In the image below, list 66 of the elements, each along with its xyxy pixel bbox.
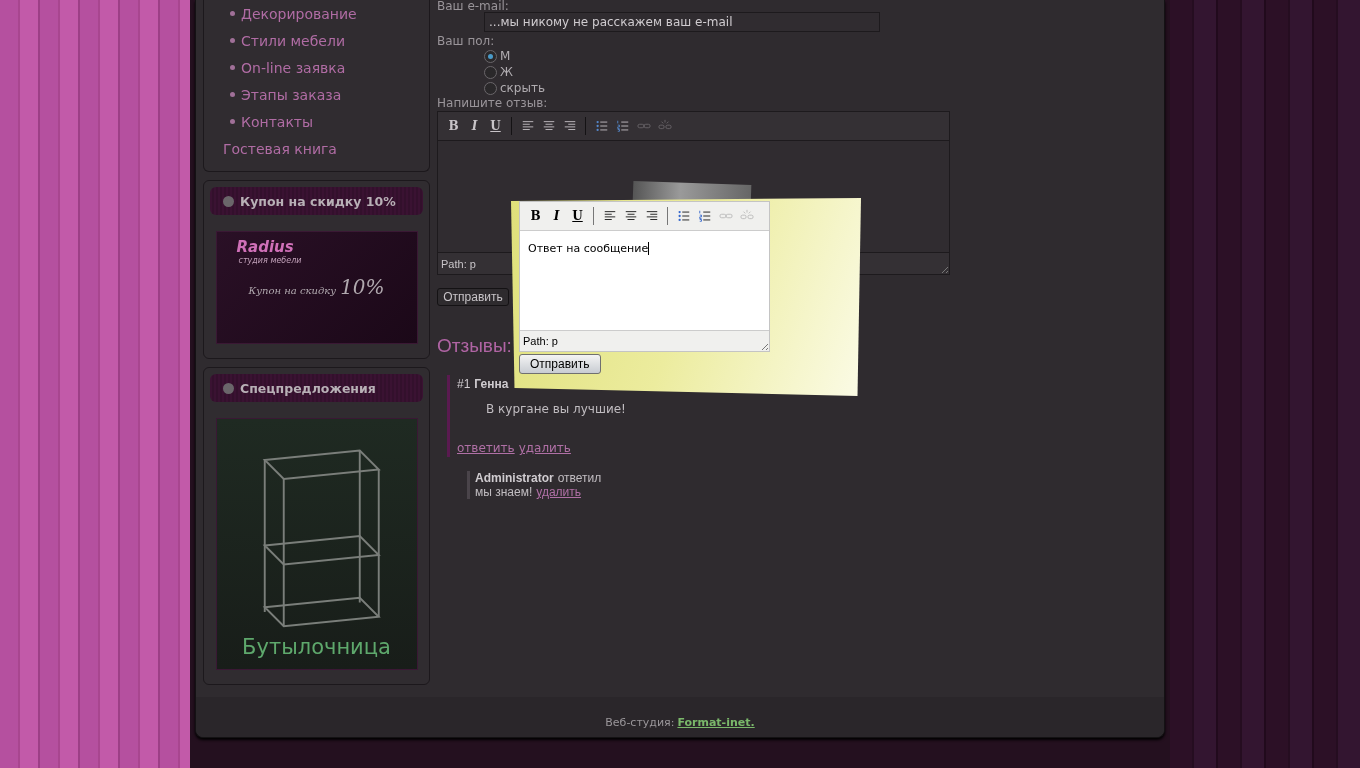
align-left-icon [602,209,617,223]
submit-button[interactable]: Отправить [437,288,509,306]
product-caption: Бутылочница [242,635,391,659]
bold-button[interactable]: B [526,206,545,226]
align-center-icon [623,209,638,223]
field-label: Напишите отзыв: [437,97,549,110]
editor-path: Path: p [441,257,476,270]
block-title: Купон на скидку 10% [240,193,396,209]
align-center-icon [541,119,556,133]
menu-link[interactable]: Стили мебели [241,32,345,49]
field-label: Ваш e-mail: [437,0,510,13]
bullet-icon [230,65,235,70]
editor-text: Ответ на сообщение [528,242,650,255]
radio-label: М [500,49,511,63]
align-right-icon [644,209,659,223]
footer-text: Веб-студия: [605,716,675,729]
dot-icon [223,195,234,207]
bullet-icon [230,92,235,97]
bullet-icon [230,38,235,43]
bullet-list-icon [676,209,691,223]
coupon-banner[interactable]: Radius студия мебели Купон на скидку 10% [215,231,418,344]
italic-button[interactable]: I [465,116,484,136]
bullet-icon [230,119,235,124]
bullet-icon [230,11,235,16]
radio-button[interactable] [484,49,497,63]
editor-text-area[interactable]: Ответ на сообщение [520,230,769,331]
review-text: В кургане вы лучшие! [486,402,627,416]
submit-button[interactable]: Отправить [519,354,601,374]
email-field[interactable]: ...мы никому не расскажем ваш e-mail [484,12,880,32]
reviews-heading: Отзывы: [437,334,512,358]
studio-link[interactable]: Format-inet. [677,716,755,729]
product-banner[interactable]: Бутылочница [215,418,418,670]
coupon-text: Купон на скидку [248,285,337,296]
field-label: Ваш пол: [437,35,496,48]
radio-button[interactable] [484,65,497,79]
radio-button[interactable] [484,81,497,95]
bullet-list-icon [594,119,609,133]
editor-path: Path: p [523,335,558,347]
block-title: Спецпредложения [240,380,376,396]
delete-link[interactable]: удалить [536,485,581,499]
menu-link[interactable]: Гостевая книга [223,140,337,157]
review-number: #1 [457,377,471,391]
italic-button[interactable]: I [547,206,566,226]
reply-verb: ответил [557,471,602,485]
menu-link[interactable]: Декорирование [241,5,357,22]
align-right-icon [562,119,577,133]
review-author: Генна [474,377,509,391]
menu-link[interactable]: Этапы заказа [241,86,342,103]
underline-button[interactable]: U [486,116,505,136]
radio-label: скрыть [500,81,545,95]
review-action-link[interactable]: удалить [518,441,571,455]
review-action-link[interactable]: ответить [457,441,515,455]
numbered-list-icon [697,209,712,223]
radio-label: Ж [500,65,513,79]
reply-text: мы знаем! [475,485,533,499]
underline-button[interactable]: U [568,206,587,226]
coupon-percent: 10% [340,275,385,299]
brand-logo-text: Radius [235,238,294,256]
dot-icon [223,382,234,394]
menu-link[interactable]: Контакты [241,113,314,130]
menu-link[interactable]: On-line заявка [241,59,346,76]
align-left-icon [520,119,535,133]
brand-tagline: студия мебели [237,256,303,265]
reply-author: Administrator [475,471,554,485]
numbered-list-icon [615,119,630,133]
bold-button[interactable]: B [444,116,463,136]
